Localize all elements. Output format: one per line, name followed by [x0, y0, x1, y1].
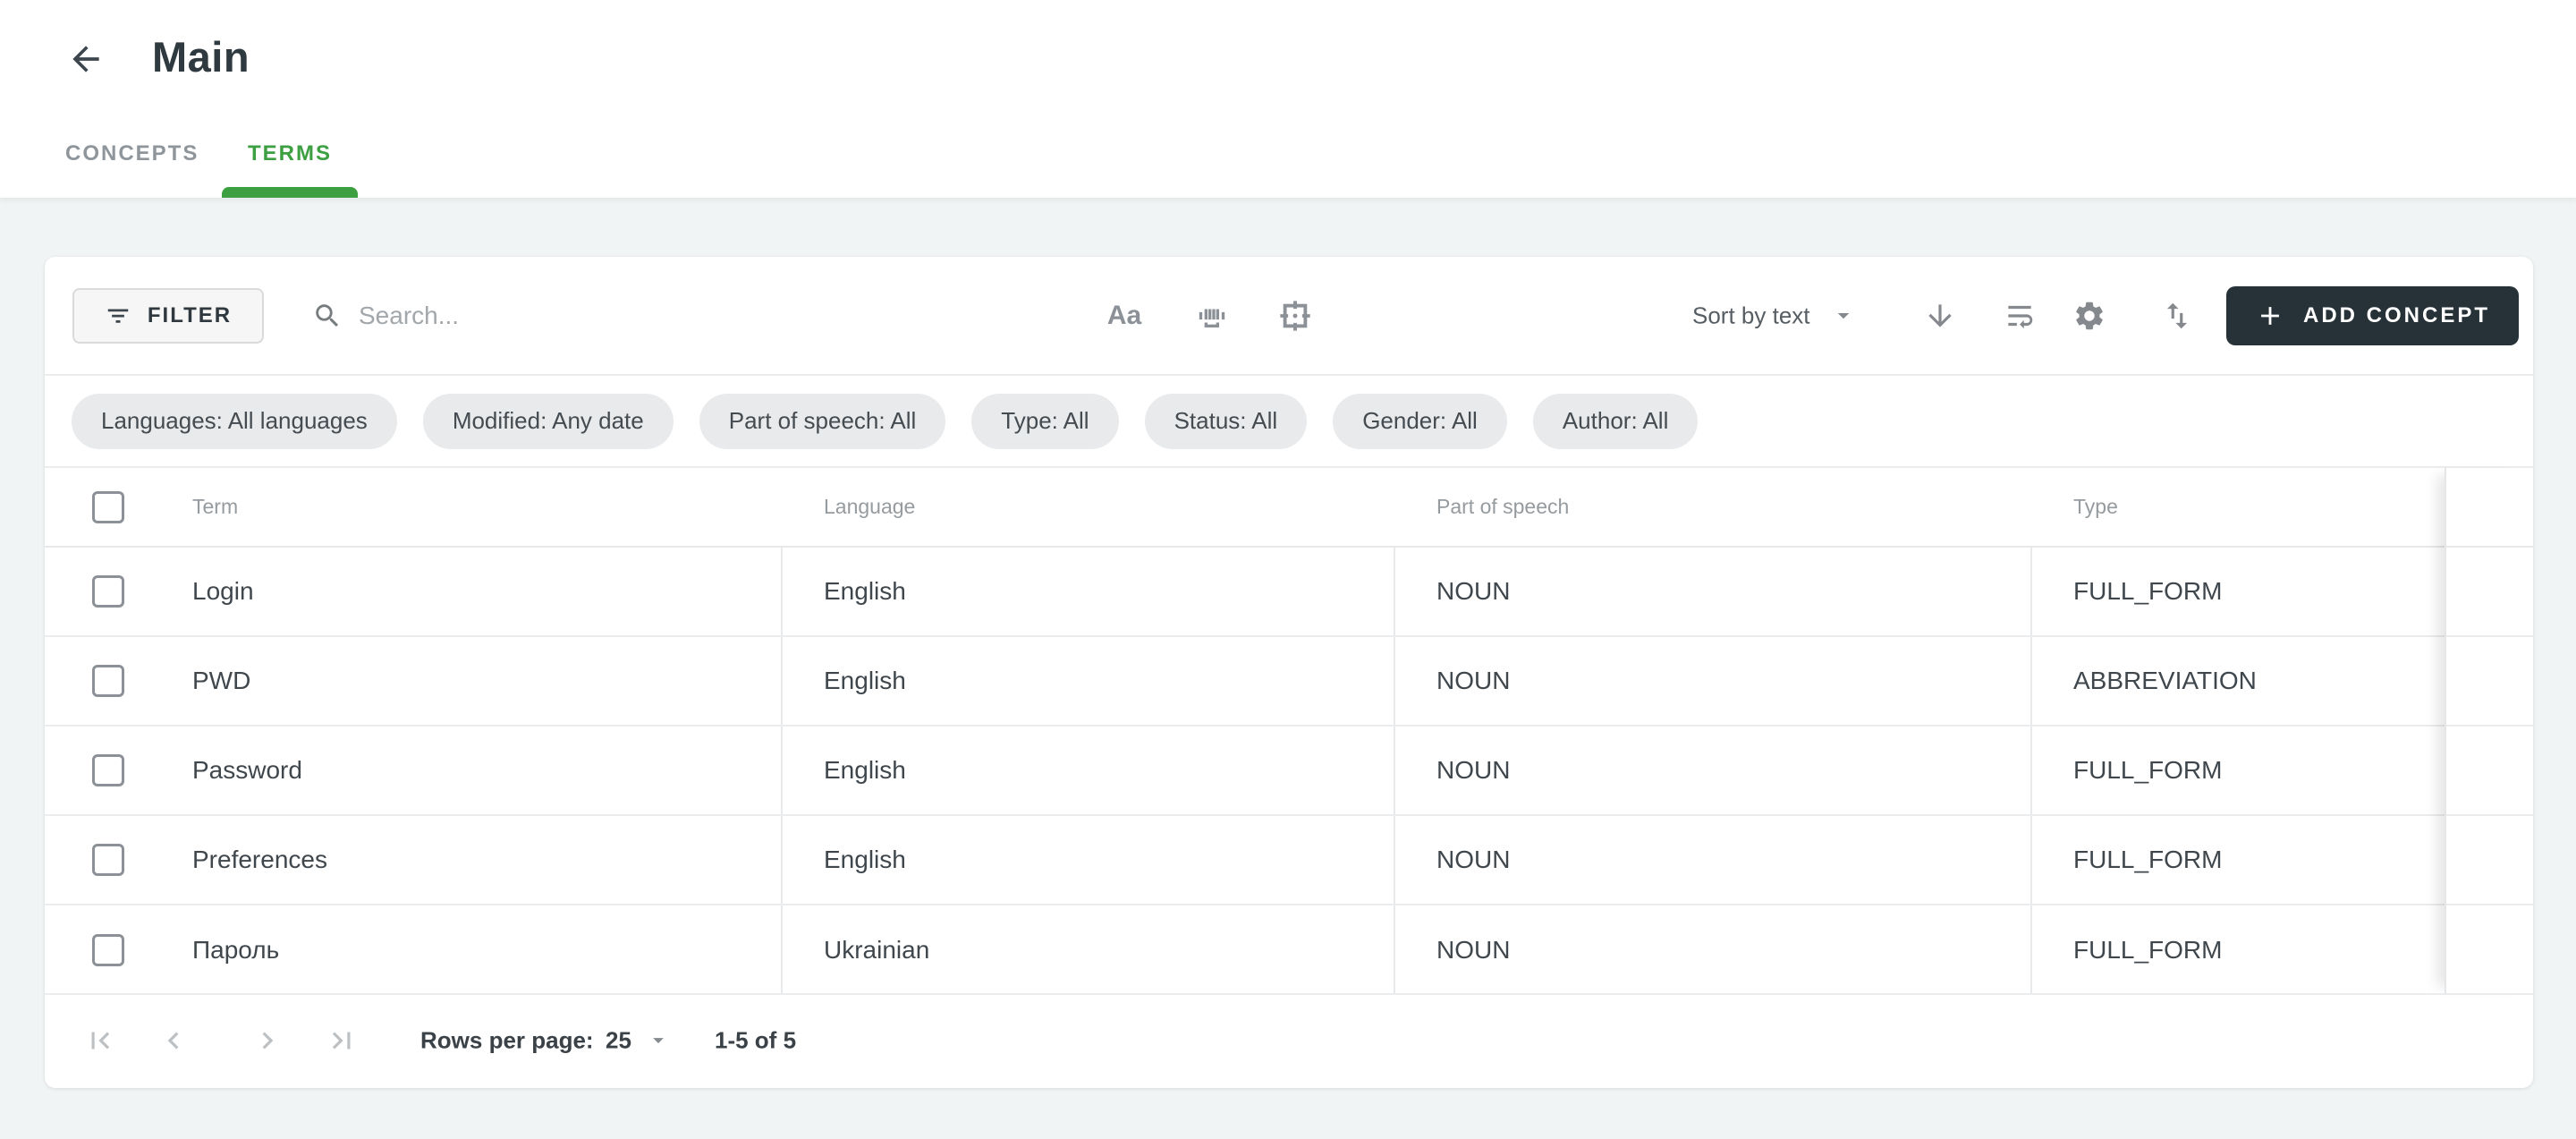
pinned-cell: [2445, 816, 2533, 904]
chip-status[interactable]: Status: All: [1145, 394, 1308, 449]
row-checkbox[interactable]: [92, 844, 124, 876]
page-title: Main: [152, 32, 250, 81]
arrow-down-icon: [1923, 299, 1957, 333]
term-cell: Login: [192, 577, 254, 606]
header-term-cell: Term: [45, 491, 783, 523]
toolbar: FILTER Aa Sort by text: [45, 257, 2533, 376]
import-export-button[interactable]: [2160, 299, 2194, 333]
arrow-left-icon: [66, 39, 106, 79]
select-all-checkbox[interactable]: [92, 491, 124, 523]
table-row[interactable]: Password English NOUN FULL_FORM: [45, 727, 2533, 816]
rows-per-page-value: 25: [606, 1026, 631, 1054]
sort-by-dropdown[interactable]: Sort by text: [1692, 302, 1857, 329]
type-cell: FULL_FORM: [2032, 548, 2445, 635]
column-header-term: Term: [192, 495, 238, 519]
column-header-language: Language: [783, 495, 1395, 519]
table-row[interactable]: Пароль Ukrainian NOUN FULL_FORM: [45, 905, 2533, 995]
row-checkbox[interactable]: [92, 754, 124, 786]
type-cell: FULL_FORM: [2032, 816, 2445, 904]
part-of-speech-cell: NOUN: [1395, 816, 2032, 904]
column-header-part-of-speech: Part of speech: [1395, 495, 2032, 519]
chip-part-of-speech[interactable]: Part of speech: All: [699, 394, 946, 449]
language-cell: Ukrainian: [783, 905, 1395, 995]
column-header-type: Type: [2032, 495, 2445, 519]
term-cell: PWD: [192, 667, 250, 695]
chip-type[interactable]: Type: All: [971, 394, 1118, 449]
part-of-speech-cell: NOUN: [1395, 727, 2032, 814]
rows-per-page-label: Rows per page:: [420, 1026, 594, 1054]
term-cell: Password: [192, 756, 302, 785]
tab-terms[interactable]: TERMS: [248, 141, 332, 166]
pinned-cell: [2445, 905, 2533, 995]
terms-panel: FILTER Aa Sort by text: [45, 257, 2533, 1088]
back-button[interactable]: [64, 38, 107, 81]
part-of-speech-cell: NOUN: [1395, 637, 2032, 725]
caret-down-icon: [1830, 302, 1857, 329]
table-body: Login English NOUN FULL_FORM PWD English…: [45, 548, 2533, 995]
pinned-cell: [2445, 548, 2533, 635]
chevron-right-icon: [250, 1024, 284, 1058]
table-row[interactable]: Preferences English NOUN FULL_FORM: [45, 816, 2533, 905]
next-page-button[interactable]: [250, 1024, 284, 1058]
filter-button[interactable]: FILTER: [72, 288, 264, 344]
part-of-speech-cell: NOUN: [1395, 905, 2032, 995]
type-cell: FULL_FORM: [2032, 727, 2445, 814]
pinned-cell: [2445, 727, 2533, 814]
part-of-speech-cell: NOUN: [1395, 548, 2032, 635]
pinned-cell: [2445, 637, 2533, 725]
row-checkbox[interactable]: [92, 934, 124, 966]
sort-by-label: Sort by text: [1692, 302, 1810, 329]
chevron-left-icon: [157, 1024, 191, 1058]
chip-author[interactable]: Author: All: [1533, 394, 1699, 449]
table-row[interactable]: PWD English NOUN ABBREVIATION: [45, 637, 2533, 727]
last-page-icon: [325, 1024, 359, 1058]
term-cell: Preferences: [192, 846, 327, 874]
chip-languages[interactable]: Languages: All languages: [72, 394, 397, 449]
chip-gender[interactable]: Gender: All: [1333, 394, 1507, 449]
first-page-button[interactable]: [83, 1024, 117, 1058]
add-concept-label: ADD CONCEPT: [2303, 303, 2490, 328]
crosshair-frame-icon[interactable]: [1268, 297, 1322, 335]
first-page-icon: [83, 1024, 117, 1058]
pagination-range: 1-5 of 5: [715, 1026, 796, 1054]
wrap-text-icon: [2003, 299, 2037, 333]
rows-per-page-select[interactable]: 25: [606, 1026, 671, 1054]
sort-direction-button[interactable]: [1923, 299, 1957, 333]
row-checkbox[interactable]: [92, 665, 124, 697]
type-cell: ABBREVIATION: [2032, 637, 2445, 725]
settings-button[interactable]: [2072, 299, 2106, 333]
search-box: [312, 301, 992, 331]
search-icon: [312, 301, 343, 331]
gear-icon: [2072, 299, 2106, 333]
add-concept-button[interactable]: ADD CONCEPT: [2226, 286, 2519, 345]
term-cell: Пароль: [192, 936, 279, 965]
filter-chips-row: Languages: All languages Modified: Any d…: [45, 376, 2533, 468]
tab-concepts[interactable]: CONCEPTS: [65, 141, 199, 166]
plus-icon: [2255, 301, 2285, 331]
active-tab-indicator: [222, 187, 358, 198]
filter-button-label: FILTER: [148, 303, 232, 328]
type-cell: FULL_FORM: [2032, 905, 2445, 995]
chip-modified[interactable]: Modified: Any date: [423, 394, 674, 449]
last-page-button[interactable]: [325, 1024, 359, 1058]
search-input[interactable]: [359, 302, 967, 330]
wrap-text-button[interactable]: [2003, 299, 2037, 333]
barcode-icon[interactable]: [1185, 298, 1239, 334]
filter-icon: [105, 302, 131, 329]
swap-vertical-icon: [2160, 299, 2194, 333]
language-cell: English: [783, 548, 1395, 635]
app-header: Main CONCEPTS TERMS: [0, 0, 2576, 199]
caret-down-icon: [646, 1028, 671, 1053]
table-header: Term Language Part of speech Type: [45, 468, 2533, 548]
language-cell: English: [783, 637, 1395, 725]
row-checkbox[interactable]: [92, 575, 124, 608]
table-row[interactable]: Login English NOUN FULL_FORM: [45, 548, 2533, 637]
previous-page-button[interactable]: [157, 1024, 191, 1058]
language-cell: English: [783, 727, 1395, 814]
search-modifiers: Aa: [1097, 297, 1322, 335]
match-case-icon[interactable]: Aa: [1097, 301, 1151, 331]
pagination-bar: Rows per page: 25 1-5 of 5: [45, 993, 2533, 1085]
language-cell: English: [783, 816, 1395, 904]
